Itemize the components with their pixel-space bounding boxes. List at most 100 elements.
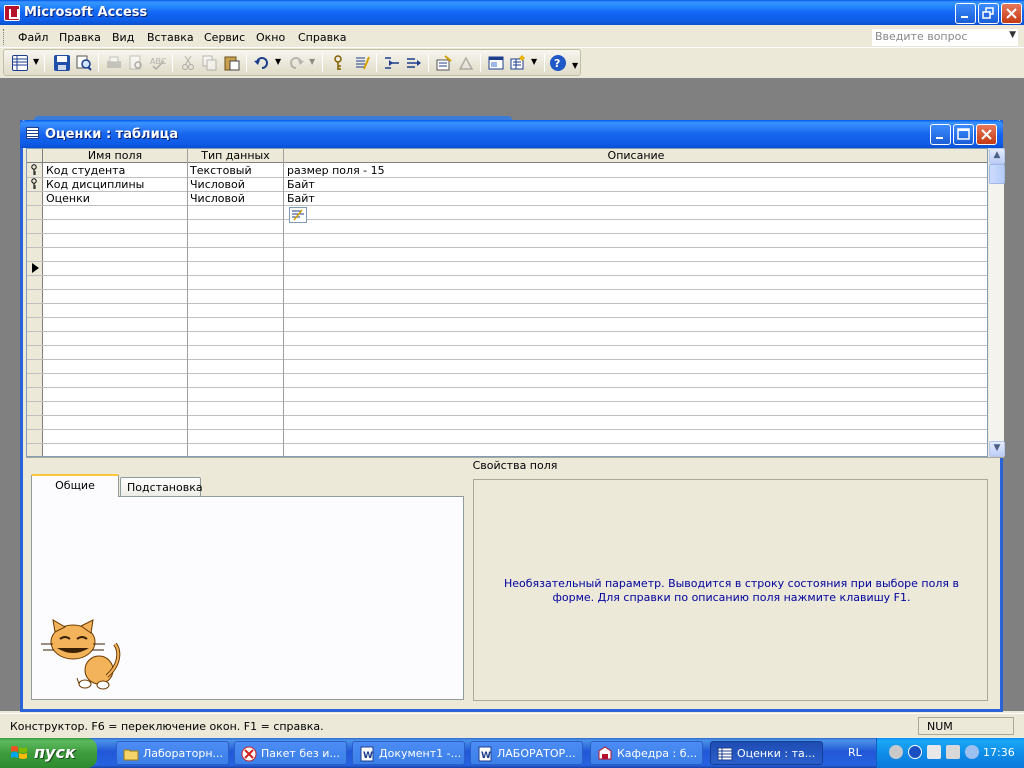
grid-vertical-scrollbar[interactable]: ▲ ▼ — [988, 148, 1005, 457]
toolbar-options-icon[interactable]: ▼ — [572, 61, 578, 70]
scroll-down-icon[interactable]: ▼ — [989, 441, 1005, 457]
taskbar-item-lab-doc[interactable]: W ЛАБОРАТОР... — [470, 741, 583, 765]
tab-general[interactable]: Общие — [31, 474, 119, 497]
grid-corner[interactable] — [27, 149, 43, 163]
data-type-cell[interactable]: Текстовый — [190, 164, 252, 177]
menu-file[interactable]: Файл — [18, 31, 48, 44]
row-selector-column[interactable] — [27, 163, 43, 456]
column-header-field-name[interactable]: Имя поля — [43, 149, 188, 163]
taskbar-item-kafedra-db[interactable]: Кафедра : б... — [590, 741, 703, 765]
primary-key-icon — [31, 164, 37, 175]
table-minimize-button[interactable] — [930, 124, 951, 145]
system-tray: 17:36 — [876, 738, 1024, 768]
description-cell[interactable]: размер поля - 15 — [287, 164, 385, 177]
office-assistant-cat-icon[interactable] — [41, 618, 123, 690]
table-icon — [717, 747, 733, 761]
menu-bar: Файл Правка Вид Вставка Сервис Окно Спра… — [0, 26, 1024, 48]
restore-button[interactable] — [978, 3, 999, 24]
folder-icon — [123, 749, 139, 761]
table-window-title-bar[interactable]: Оценки : таблица — [20, 120, 1003, 148]
print-icon[interactable] — [106, 55, 122, 71]
field-grid: Имя поля Тип данных Описание Код студент… — [26, 148, 988, 457]
view-icon[interactable] — [12, 55, 28, 71]
chevron-down-icon[interactable]: ▼ — [1009, 30, 1016, 40]
table-window-title: Оценки : таблица — [45, 127, 179, 142]
new-object-icon[interactable] — [510, 55, 526, 71]
minimize-button[interactable] — [955, 3, 976, 24]
access-database-icon — [598, 746, 612, 760]
field-name-cell[interactable]: Код дисциплины — [46, 178, 144, 191]
menu-view[interactable]: Вид — [112, 31, 134, 44]
insert-rows-icon[interactable] — [384, 55, 400, 71]
field-name-cell[interactable]: Код студента — [46, 164, 125, 177]
scroll-thumb[interactable] — [989, 164, 1005, 184]
app-title: Microsoft Access — [24, 5, 148, 20]
start-button[interactable]: пуск — [0, 738, 97, 768]
spelling-icon[interactable]: ABC — [150, 55, 167, 71]
data-type-cell[interactable]: Числовой — [190, 192, 245, 205]
column-header-description[interactable]: Описание — [284, 149, 987, 163]
description-cell[interactable]: Байт — [287, 192, 315, 205]
svg-text:?: ? — [554, 57, 560, 70]
build-icon[interactable] — [458, 55, 474, 71]
scroll-up-icon[interactable]: ▲ — [989, 148, 1005, 164]
table-close-button[interactable] — [976, 124, 997, 145]
delete-rows-icon[interactable] — [406, 55, 422, 71]
undo-dropdown-icon[interactable]: ▼ — [275, 57, 281, 66]
new-object-dropdown-icon[interactable]: ▼ — [531, 57, 537, 66]
taskbar-item-grades-table[interactable]: Оценки : та... — [710, 741, 823, 765]
help-icon[interactable]: ? — [550, 55, 566, 71]
table-maximize-button[interactable] — [953, 124, 974, 145]
search-icon[interactable] — [76, 55, 92, 71]
info-icon[interactable] — [908, 745, 922, 759]
menu-edit[interactable]: Правка — [59, 31, 101, 44]
taskbar-item-label: Кафедра : б... — [617, 747, 698, 760]
copy-icon[interactable] — [202, 55, 218, 71]
undo-icon[interactable] — [254, 55, 270, 71]
taskbar-item-document1[interactable]: W Документ1 -... — [352, 741, 465, 765]
taskbar-item-package[interactable]: Пакет без и... — [234, 741, 347, 765]
description-cell[interactable]: Байт — [287, 178, 315, 191]
redo-icon[interactable] — [288, 55, 304, 71]
property-help-text: Необязательный параметр. Выводится в стр… — [504, 577, 959, 604]
indexes-icon[interactable] — [354, 55, 370, 71]
view-dropdown-icon[interactable]: ▼ — [33, 57, 39, 66]
ask-question-box[interactable]: Введите вопрос ▼ — [872, 29, 1018, 46]
save-icon[interactable] — [54, 55, 70, 71]
properties-icon[interactable] — [436, 55, 452, 71]
network-icon[interactable] — [927, 745, 941, 759]
tab-lookup[interactable]: Подстановка — [120, 477, 203, 497]
primary-key-icon[interactable] — [330, 55, 346, 71]
data-type-cell[interactable]: Числовой — [190, 178, 245, 191]
antivirus-icon[interactable] — [946, 745, 960, 759]
menu-insert[interactable]: Вставка — [147, 31, 194, 44]
windows-taskbar: пуск Лабораторн... Пакет без и... W Доку… — [0, 738, 1024, 768]
expression-builder-button[interactable] — [289, 207, 307, 223]
close-button[interactable] — [1001, 3, 1022, 24]
menu-tools[interactable]: Сервис — [204, 31, 245, 44]
taskbar-item-label: Оценки : та... — [737, 747, 816, 760]
print-preview-icon[interactable] — [128, 55, 144, 71]
table-icon[interactable] — [26, 127, 39, 139]
field-name-cell[interactable]: Оценки — [46, 192, 90, 205]
status-text: Конструктор. F6 = переключение окон. F1 … — [10, 720, 324, 733]
menu-window[interactable]: Окно — [256, 31, 285, 44]
access-app-icon[interactable] — [4, 5, 20, 21]
taskbar-item-folder[interactable]: Лабораторн... — [116, 741, 229, 765]
database-window-icon[interactable] — [488, 55, 504, 71]
clock[interactable]: 17:36 — [983, 746, 1015, 759]
column-header-data-type[interactable]: Тип данных — [188, 149, 284, 163]
menu-help[interactable]: Справка — [298, 31, 346, 44]
app-title-bar[interactable]: Microsoft Access — [0, 0, 1024, 25]
volume-icon[interactable] — [889, 745, 903, 759]
ask-question-placeholder: Введите вопрос — [875, 30, 968, 43]
cut-icon[interactable] — [180, 55, 196, 71]
language-indicator[interactable]: RL — [848, 746, 862, 759]
redo-dropdown-icon[interactable]: ▼ — [309, 57, 315, 66]
table-design-window: Оценки : таблица Имя поля Тип данных Опи… — [20, 120, 1005, 712]
update-icon[interactable] — [965, 745, 979, 759]
current-row-indicator-icon — [32, 263, 39, 273]
menu-grip[interactable] — [3, 29, 6, 45]
taskbar-item-label: ЛАБОРАТОР... — [497, 747, 576, 760]
paste-icon[interactable] — [224, 55, 240, 71]
